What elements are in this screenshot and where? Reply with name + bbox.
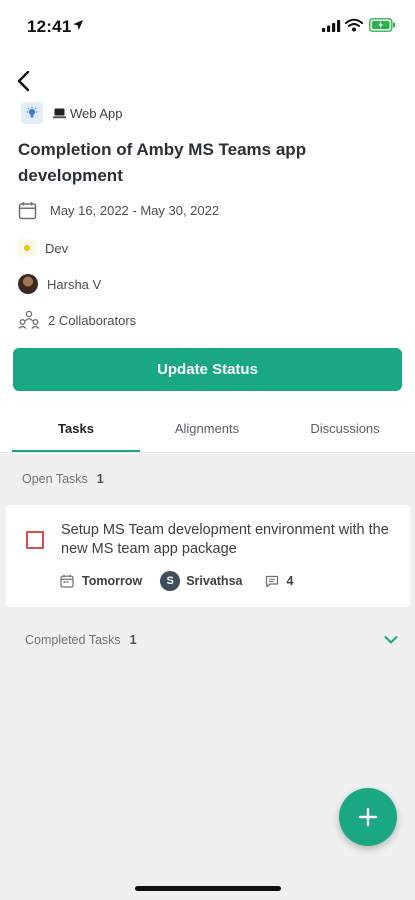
project-type: Web App [21,101,123,125]
lightbulb-icon [26,106,38,118]
status-time: 12:41 [27,17,72,36]
calendar-icon [18,202,37,220]
chevron-down-icon[interactable] [383,634,399,646]
tag-dot-icon [18,239,36,257]
back-button[interactable] [14,66,38,94]
collaborators-icon [18,310,40,329]
tab-tasks[interactable]: Tasks [12,405,140,452]
date-range: May 16, 2022 - May 30, 2022 [50,203,220,218]
home-indicator [135,886,281,891]
page-title: Completion of Amby MS Teams app developm… [18,140,307,185]
open-tasks-header: Open Tasks 1 [22,472,104,486]
laptop-icon [53,108,66,118]
plus-icon [358,807,378,827]
owner-name: Harsha V [47,276,102,292]
wifi-icon [345,18,363,32]
signal-icon [322,20,341,32]
location-arrow-icon [73,20,83,30]
add-task-button[interactable] [339,788,397,846]
collaborators-row[interactable]: 2 Collaborators [18,310,136,330]
comment-icon [266,575,279,587]
tag-label: Dev [45,240,69,256]
open-tasks-count: 1 [96,472,104,486]
tab-bar: Tasks Alignments Discussions [0,405,415,453]
assignee-avatar: S [160,571,181,591]
task-checkbox[interactable] [26,531,44,549]
tab-discussions[interactable]: Discussions [281,405,409,451]
back-arrow-icon [17,70,30,92]
calendar-icon [60,574,74,588]
avatar [18,274,38,294]
project-icon-badge [21,102,43,124]
task-meta: Tomorrow S Srivathsa 4 [60,571,293,591]
battery-icon [369,18,395,32]
date-range-row: May 16, 2022 - May 30, 2022 [18,201,219,220]
assignee-name: Srivathsa [186,574,243,588]
owner-row: Harsha V [18,274,101,294]
tag-row: Dev [18,239,68,257]
status-bar: 12:41 [0,0,415,52]
tab-alignments[interactable]: Alignments [143,405,271,451]
completed-tasks-header[interactable]: Completed Tasks 1 [25,633,137,647]
task-card[interactable]: Setup MS Team development environment wi… [6,505,410,607]
project-type-label: Web App [70,105,123,121]
completed-tasks-count: 1 [129,633,137,647]
open-tasks-label: Open Tasks [22,472,88,486]
task-title: Setup MS Team development environment wi… [61,522,389,557]
task-due-date: Tomorrow [82,574,143,588]
completed-tasks-label: Completed Tasks [25,633,121,647]
comment-count: 4 [286,574,294,588]
project-detail-screen: 12:41 Web App Completion of Amby MS Team… [0,0,415,900]
update-status-button[interactable]: Update Status [13,348,402,391]
collaborators-label: 2 Collaborators [48,312,137,328]
